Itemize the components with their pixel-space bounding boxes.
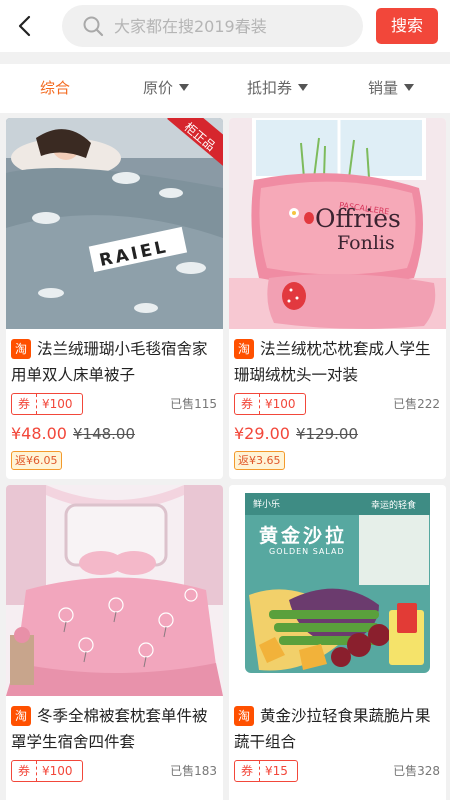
price-row: ¥48.00 ¥148.00 (11, 424, 135, 443)
product-card[interactable]: 鲜小乐 幸运的轻食 黄金沙拉 GOLDEN SALAD 淘黄金沙拉轻食果蔬脆片果… (229, 485, 446, 800)
search-icon (83, 16, 104, 37)
product-image-bedding-set (6, 485, 223, 696)
rebate-badge: 返¥6.05 (11, 451, 62, 470)
sort-tab-label: 综合 (40, 79, 71, 97)
sort-tab-sales[interactable]: 销量 (368, 64, 415, 113)
search-button[interactable]: 搜索 (376, 8, 438, 44)
coupon-tag: 券 (12, 394, 38, 414)
product-image-salad: 鲜小乐 幸运的轻食 黄金沙拉 GOLDEN SALAD (229, 485, 446, 696)
coupon-tag: 券 (12, 761, 38, 781)
current-price: ¥48.00 (11, 424, 67, 443)
product-title[interactable]: 淘黄金沙拉轻食果蔬脆片果蔬干组合 (234, 703, 444, 755)
image-brand-main-text: Offries (315, 204, 401, 233)
coupon-badge[interactable]: 券 ¥100 (11, 393, 83, 415)
image-sub-text: GOLDEN SALAD (269, 547, 345, 556)
sold-count: 已售115 (170, 397, 217, 411)
coupon-amount: ¥100 (265, 397, 296, 411)
caret-down-icon (179, 84, 190, 91)
product-title[interactable]: 淘冬季全棉被套枕套单件被罩学生宿舍四件套 (11, 703, 221, 755)
sold-count: 已售222 (393, 397, 440, 411)
price-row: ¥29.00 ¥129.00 (234, 424, 358, 443)
product-title-text: 黄金沙拉轻食果蔬脆片果蔬干组合 (234, 707, 431, 751)
product-title-text: 法兰绒枕芯枕套成人学生珊瑚绒枕头一对装 (234, 340, 431, 384)
product-image-pillow: PASCALLERE Offries Fonlis (229, 118, 446, 329)
coupon-badge[interactable]: 券 ¥100 (11, 760, 83, 782)
product-image-blanket: RAIEL 柜正品 (6, 118, 223, 329)
coupon-amount: ¥15 (265, 764, 288, 778)
taobao-badge-icon: 淘 (11, 706, 31, 726)
search-input[interactable] (114, 5, 354, 47)
original-price: ¥129.00 (295, 425, 359, 443)
current-price: ¥29.00 (234, 424, 290, 443)
back-arrow-icon[interactable] (14, 14, 38, 38)
sort-tab-default[interactable]: 综合 (40, 64, 70, 113)
sort-bar: 综合 原价 抵扣券 销量 (0, 64, 450, 113)
image-brand-sub-text: Fonlis (337, 232, 395, 254)
image-main-text: 黄金沙拉 (259, 525, 348, 547)
top-bar: 搜索 (0, 0, 450, 52)
coupon-amount: ¥100 (42, 764, 73, 778)
product-card[interactable]: RAIEL 柜正品 淘法兰绒珊瑚小毛毯宿舍家用单双人床单被子 券 ¥100 已售… (6, 118, 223, 479)
taobao-badge-icon: 淘 (234, 706, 254, 726)
sort-tab-label: 抵扣券 (247, 79, 293, 97)
taobao-badge-icon: 淘 (234, 339, 254, 359)
product-card[interactable]: 淘冬季全棉被套枕套单件被罩学生宿舍四件套 券 ¥100 已售183 (6, 485, 223, 800)
coupon-badge[interactable]: 券 ¥100 (234, 393, 306, 415)
original-price: ¥148.00 (72, 425, 136, 443)
coupon-badge[interactable]: 券 ¥15 (234, 760, 298, 782)
product-title-text: 冬季全棉被套枕套单件被罩学生宿舍四件套 (11, 707, 208, 751)
sort-tab-coupon[interactable]: 抵扣券 (247, 64, 309, 113)
image-side-text: 幸运的轻食 (371, 501, 417, 511)
product-title[interactable]: 淘法兰绒枕芯枕套成人学生珊瑚绒枕头一对装 (234, 336, 444, 388)
sold-count: 已售183 (170, 764, 217, 778)
image-brand-text: 鲜小乐 (253, 500, 281, 510)
product-card[interactable]: PASCALLERE Offries Fonlis 淘法兰绒枕芯枕套成人学生珊瑚… (229, 118, 446, 479)
product-title[interactable]: 淘法兰绒珊瑚小毛毯宿舍家用单双人床单被子 (11, 336, 221, 388)
sort-tab-label: 销量 (368, 79, 399, 97)
sort-tab-label: 原价 (143, 79, 174, 97)
taobao-badge-icon: 淘 (11, 339, 31, 359)
coupon-amount: ¥100 (42, 397, 73, 411)
caret-down-icon (298, 84, 309, 91)
sold-count: 已售328 (393, 764, 440, 778)
product-title-text: 法兰绒珊瑚小毛毯宿舍家用单双人床单被子 (11, 340, 208, 384)
rebate-badge: 返¥3.65 (234, 451, 285, 470)
coupon-tag: 券 (235, 394, 261, 414)
caret-down-icon (404, 84, 415, 91)
search-box[interactable] (62, 5, 363, 47)
sort-tab-original-price[interactable]: 原价 (143, 64, 190, 113)
coupon-tag: 券 (235, 761, 261, 781)
